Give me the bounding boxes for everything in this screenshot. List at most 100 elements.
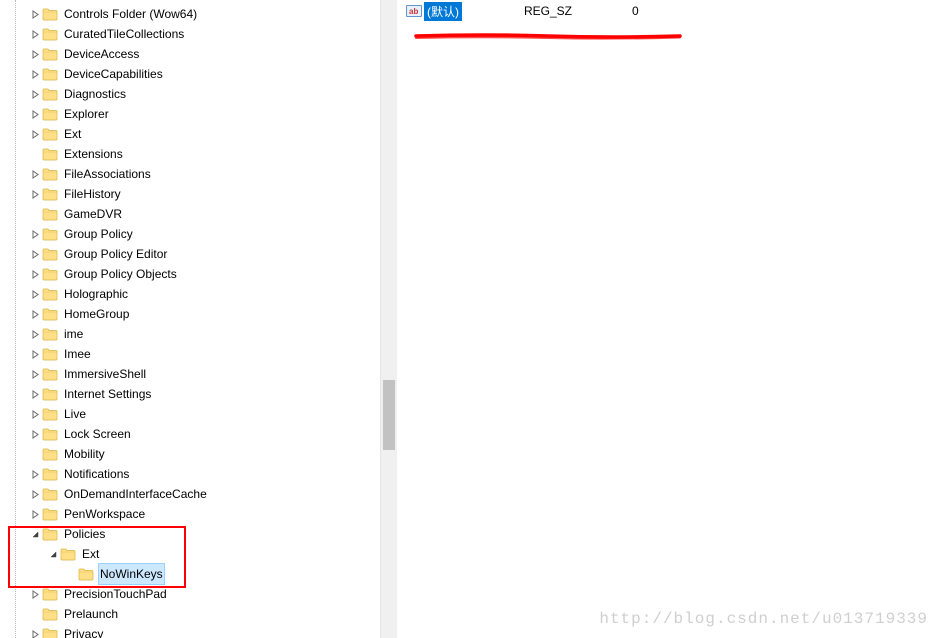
tree-item[interactable]: NoWinKeys [0,564,397,584]
expander-closed-icon[interactable] [28,67,42,81]
tree-item-label: Controls Folder (Wow64) [62,3,199,25]
folder-icon [42,147,58,161]
tree-item-label: Ext [80,543,101,565]
expander-open-icon[interactable] [46,547,60,561]
expander-closed-icon[interactable] [28,407,42,421]
folder-icon [42,447,58,461]
tree-item[interactable]: FileHistory [0,184,397,204]
tree-item[interactable]: Holographic [0,284,397,304]
tree-item-label: GameDVR [62,203,124,225]
tree-item-label: Group Policy [62,223,135,245]
tree-item[interactable]: Group Policy Objects [0,264,397,284]
tree-item-label: OnDemandInterfaceCache [62,483,209,505]
expander-open-icon[interactable] [28,527,42,541]
expander-closed-icon[interactable] [28,387,42,401]
folder-icon [42,287,58,301]
folder-icon [42,387,58,401]
expander-closed-icon[interactable] [28,27,42,41]
tree-item[interactable]: GameDVR [0,204,397,224]
tree-item[interactable]: Policies [0,524,397,544]
tree-item-label: FileHistory [62,183,123,205]
tree-item[interactable]: Explorer [0,104,397,124]
expander-closed-icon[interactable] [28,347,42,361]
tree-item[interactable]: Ext [0,124,397,144]
tree-item[interactable]: PrecisionTouchPad [0,584,397,604]
tree-item[interactable]: Diagnostics [0,84,397,104]
expander-closed-icon[interactable] [28,107,42,121]
tree-item[interactable]: PenWorkspace [0,504,397,524]
tree-item[interactable]: CuratedTileCollections [0,24,397,44]
value-type: REG_SZ [524,4,632,18]
tree-item-label: Diagnostics [62,83,128,105]
tree-item[interactable]: DeviceAccess [0,44,397,64]
folder-icon [42,207,58,221]
tree-item[interactable]: Mobility [0,444,397,464]
expander-closed-icon[interactable] [28,327,42,341]
expander-closed-icon[interactable] [28,87,42,101]
expander-closed-icon[interactable] [28,587,42,601]
tree-item[interactable]: Imee [0,344,397,364]
value-data: 0 [632,4,942,18]
expander-closed-icon[interactable] [28,167,42,181]
reg-string-icon: ab [406,3,422,19]
registry-tree[interactable]: Controls Folder (Wow64)CuratedTileCollec… [0,0,397,638]
folder-icon [42,347,58,361]
tree-item[interactable]: Prelaunch [0,604,397,624]
expander-closed-icon[interactable] [28,507,42,521]
scrollbar-thumb[interactable] [383,380,395,450]
folder-icon [42,587,58,601]
tree-item-label: Notifications [62,463,131,485]
tree-item[interactable]: Group Policy Editor [0,244,397,264]
tree-item[interactable]: DeviceCapabilities [0,64,397,84]
expander-closed-icon[interactable] [28,7,42,21]
tree-item[interactable]: HomeGroup [0,304,397,324]
tree-pane: Controls Folder (Wow64)CuratedTileCollec… [0,0,398,638]
expander-closed-icon[interactable] [28,287,42,301]
expander-closed-icon[interactable] [28,367,42,381]
expander-closed-icon[interactable] [28,427,42,441]
folder-icon [42,327,58,341]
tree-item[interactable]: ime [0,324,397,344]
tree-item-label: Extensions [62,143,125,165]
tree-item[interactable]: Controls Folder (Wow64) [0,4,397,24]
expander-closed-icon[interactable] [28,47,42,61]
expander-closed-icon[interactable] [28,467,42,481]
values-pane: ab (默认) REG_SZ 0 [398,0,942,638]
folder-icon [42,487,58,501]
folder-icon [42,127,58,141]
expander-closed-icon[interactable] [28,627,42,638]
value-row[interactable]: ab (默认) REG_SZ 0 [398,2,942,20]
tree-item-label: Mobility [62,443,107,465]
folder-icon [42,47,58,61]
tree-item[interactable]: OnDemandInterfaceCache [0,484,397,504]
folder-icon [42,467,58,481]
tree-item[interactable]: Notifications [0,464,397,484]
expander-closed-icon[interactable] [28,487,42,501]
expander-closed-icon[interactable] [28,247,42,261]
folder-icon [42,227,58,241]
tree-item[interactable]: Group Policy [0,224,397,244]
expander-closed-icon[interactable] [28,227,42,241]
tree-item[interactable]: Internet Settings [0,384,397,404]
tree-item-label: DeviceAccess [62,43,141,65]
tree-item[interactable]: ImmersiveShell [0,364,397,384]
tree-item[interactable]: Privacy [0,624,397,638]
expander-closed-icon[interactable] [28,127,42,141]
tree-item-label: FileAssociations [62,163,153,185]
expander-closed-icon[interactable] [28,267,42,281]
value-name: (默认) [424,2,462,21]
tree-item-label: Imee [62,343,93,365]
tree-item[interactable]: Extensions [0,144,397,164]
expander-closed-icon[interactable] [28,187,42,201]
expander-closed-icon[interactable] [28,307,42,321]
tree-item-label: Holographic [62,283,130,305]
tree-item[interactable]: Ext [0,544,397,564]
folder-icon [42,247,58,261]
folder-icon [42,607,58,621]
tree-item-label: Lock Screen [62,423,133,445]
tree-item[interactable]: Live [0,404,397,424]
vertical-scrollbar[interactable] [380,0,397,638]
tree-item[interactable]: Lock Screen [0,424,397,444]
tree-item[interactable]: FileAssociations [0,164,397,184]
tree-item-label: Prelaunch [62,603,120,625]
